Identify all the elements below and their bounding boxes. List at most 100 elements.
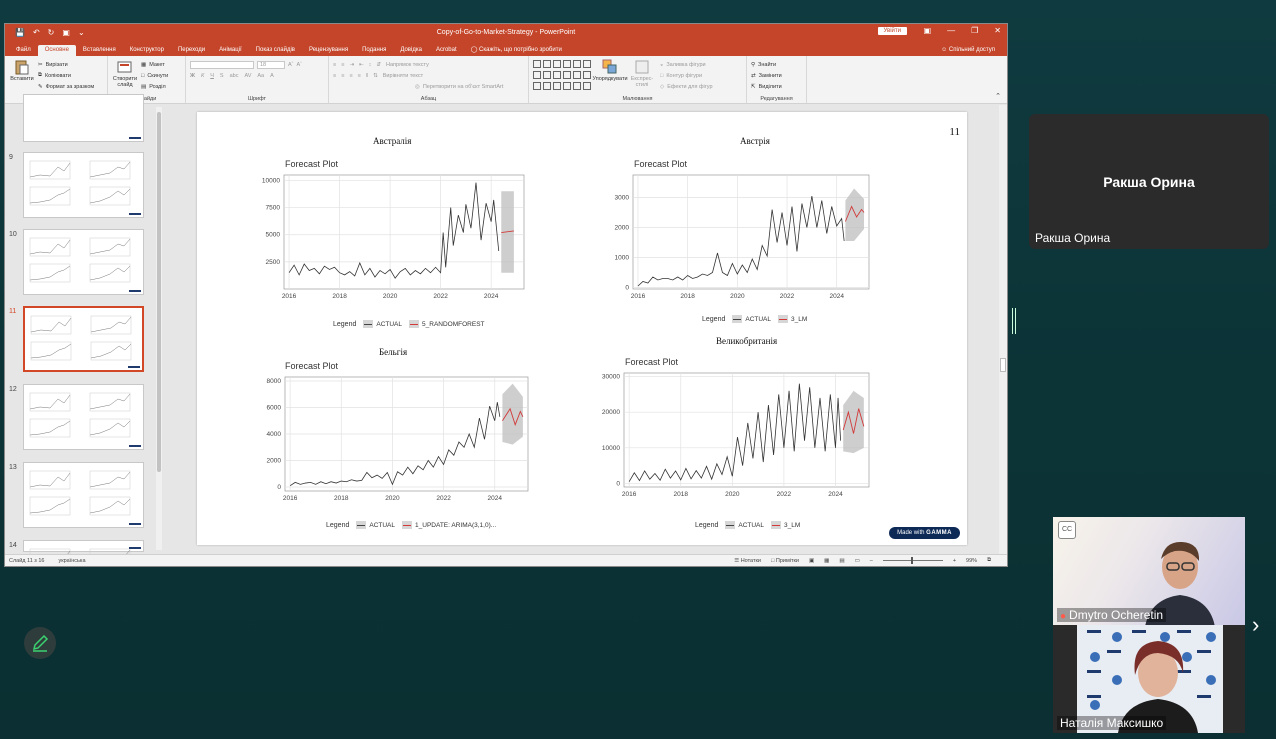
shadow-icon[interactable]: S: [220, 73, 224, 79]
zoom-out-icon[interactable]: –: [870, 558, 873, 564]
slide-thumbnail-12[interactable]: [23, 384, 144, 450]
shrink-font-icon[interactable]: Aˇ: [297, 62, 303, 68]
participant-tile-main[interactable]: Ракша Орина Ракша Орина: [1029, 114, 1269, 249]
x-tick-label: 2016: [631, 293, 646, 300]
tab-animations[interactable]: Анімації: [212, 45, 249, 56]
person-icon: ☺: [941, 47, 949, 53]
participant-tile-dmytro[interactable]: CC ● Dmytro Ocheretin: [1053, 517, 1245, 625]
tab-help[interactable]: Довідка: [393, 45, 429, 56]
justify-icon[interactable]: ≡: [358, 73, 361, 79]
paste-button[interactable]: Вставити: [9, 59, 35, 92]
slideshow-view-icon[interactable]: ▭: [855, 558, 860, 564]
tell-me-search[interactable]: ◯ Скажіть, що потрібно зробити: [464, 44, 569, 56]
y-tick-label: 1000: [615, 255, 630, 262]
zoom-slider[interactable]: [882, 557, 943, 564]
case-icon[interactable]: Aa: [257, 73, 264, 79]
underline-icon[interactable]: Ч: [210, 73, 214, 79]
panel-splitter-handle[interactable]: [1012, 308, 1016, 334]
y-tick-label: 5000: [266, 232, 281, 239]
format-painter-button[interactable]: ✎ Формат за зразком: [38, 81, 94, 92]
strike-icon[interactable]: abc: [230, 73, 239, 79]
zoom-level[interactable]: 99%: [966, 558, 977, 564]
tab-home[interactable]: Основне: [37, 45, 76, 56]
chevron-right-icon[interactable]: ›: [1252, 612, 1259, 638]
find-button[interactable]: ⚲ Знайти: [751, 59, 802, 70]
indent-icon[interactable]: ⇥: [349, 62, 354, 68]
shapes-gallery[interactable]: [533, 60, 592, 92]
share-button[interactable]: ☺ Спільний доступ: [941, 47, 995, 53]
zoom-in-icon[interactable]: +: [953, 558, 956, 564]
bold-icon[interactable]: Ж: [190, 73, 195, 79]
align-left-icon[interactable]: ≡: [333, 73, 336, 79]
quick-styles-button[interactable]: Експрес-стилі: [628, 59, 656, 92]
made-with-gamma-badge[interactable]: Made with GAMMA: [889, 527, 960, 539]
reset-button[interactable]: □ Скинути: [141, 70, 168, 81]
outdent-icon[interactable]: ⇤: [359, 62, 364, 68]
x-tick-label: 2018: [680, 293, 695, 300]
font-size-box[interactable]: 18: [257, 60, 285, 69]
tab-view[interactable]: Подання: [355, 45, 393, 56]
captions-icon[interactable]: CC: [1058, 521, 1076, 539]
sorter-view-icon[interactable]: ▦: [824, 558, 829, 564]
shape-effects-button[interactable]: ◇ Ефекти для фігур: [660, 81, 713, 92]
shape-fill-button[interactable]: ◒ Заливка фігури: [660, 59, 713, 70]
ribbon-display-icon[interactable]: ▣: [924, 26, 932, 35]
smartart-icon[interactable]: ◎: [415, 84, 420, 90]
thumbnails-scrollbar[interactable]: [156, 107, 162, 550]
copy-button[interactable]: ⧉ Копіювати: [38, 70, 94, 81]
text-direction-icon[interactable]: ⇵: [376, 62, 381, 68]
tab-insert[interactable]: Вставлення: [76, 45, 123, 56]
ribbon-tabs: Файл Основне Вставлення Конструктор Пере…: [5, 41, 1007, 56]
slide-thumbnail-8[interactable]: [23, 94, 144, 142]
select-button[interactable]: ⇱ Виділити: [751, 81, 802, 92]
pencil-icon: [32, 634, 49, 652]
tab-transitions[interactable]: Переходи: [171, 45, 212, 56]
new-slide-button[interactable]: Створити слайд: [112, 59, 138, 92]
bullets-icon[interactable]: ≡: [333, 62, 336, 68]
annotate-button[interactable]: [24, 627, 56, 659]
tab-design[interactable]: Конструктор: [123, 45, 171, 56]
cut-button[interactable]: ✂ Вирізати: [38, 59, 94, 70]
arrange-button[interactable]: Упорядкувати: [592, 59, 628, 92]
slide-canvas[interactable]: 11 Австралія Forecast Plot 2500 5000 7500 100…: [197, 112, 967, 545]
y-tick-label: 10000: [602, 445, 620, 452]
slide-thumbnail-11[interactable]: [23, 306, 144, 372]
restore-icon[interactable]: ❐: [971, 26, 978, 35]
align-center-icon[interactable]: ≡: [341, 73, 344, 79]
slide-thumbnail-9[interactable]: [23, 152, 144, 218]
italic-icon[interactable]: К: [201, 73, 204, 79]
comments-button[interactable]: □ Примітки: [771, 558, 799, 564]
align-text-icon[interactable]: ⇅: [373, 73, 378, 79]
reading-view-icon[interactable]: ▤: [839, 558, 844, 564]
slide-scrollbar[interactable]: [999, 105, 1007, 554]
participant-tile-natalia[interactable]: Наталія Максишко: [1053, 625, 1245, 733]
replace-button[interactable]: ⇄ Замінити: [751, 70, 802, 81]
window-controls: ▣ — ❐ ✕: [924, 26, 1001, 35]
font-color-icon[interactable]: A: [270, 73, 274, 79]
tab-file[interactable]: Файл: [9, 45, 38, 56]
notes-button[interactable]: ☰ Нотатки: [734, 558, 761, 564]
slide-thumbnail-10[interactable]: [23, 229, 144, 295]
font-name-box[interactable]: [190, 60, 254, 69]
spacing-icon[interactable]: AV: [244, 73, 251, 79]
tab-acrobat[interactable]: Acrobat: [429, 45, 464, 56]
slide-thumbnail-14[interactable]: [23, 540, 144, 566]
align-right-icon[interactable]: ≡: [349, 73, 352, 79]
section-button[interactable]: ▤ Розділ: [141, 81, 168, 92]
layout-button[interactable]: ▦ Макет: [141, 59, 168, 70]
line-spacing-icon[interactable]: ↕: [369, 62, 372, 68]
collapse-ribbon-icon[interactable]: ⌃: [995, 92, 1001, 100]
grow-font-icon[interactable]: Aˆ: [288, 62, 294, 68]
tab-slideshow[interactable]: Показ слайдів: [249, 45, 302, 56]
login-button[interactable]: Увійти: [877, 27, 907, 35]
normal-view-icon[interactable]: ▣: [809, 558, 814, 564]
columns-icon[interactable]: ‖: [366, 73, 368, 79]
shape-outline-button[interactable]: □ Контур фігури: [660, 70, 713, 81]
numbering-icon[interactable]: ≡: [341, 62, 344, 68]
close-icon[interactable]: ✕: [994, 26, 1001, 35]
language-indicator[interactable]: українська: [58, 558, 85, 564]
fit-slide-icon[interactable]: ⧉: [987, 557, 991, 564]
slide-thumbnail-13[interactable]: [23, 462, 144, 528]
tab-review[interactable]: Рецензування: [302, 45, 355, 56]
minimize-icon[interactable]: —: [947, 26, 955, 35]
